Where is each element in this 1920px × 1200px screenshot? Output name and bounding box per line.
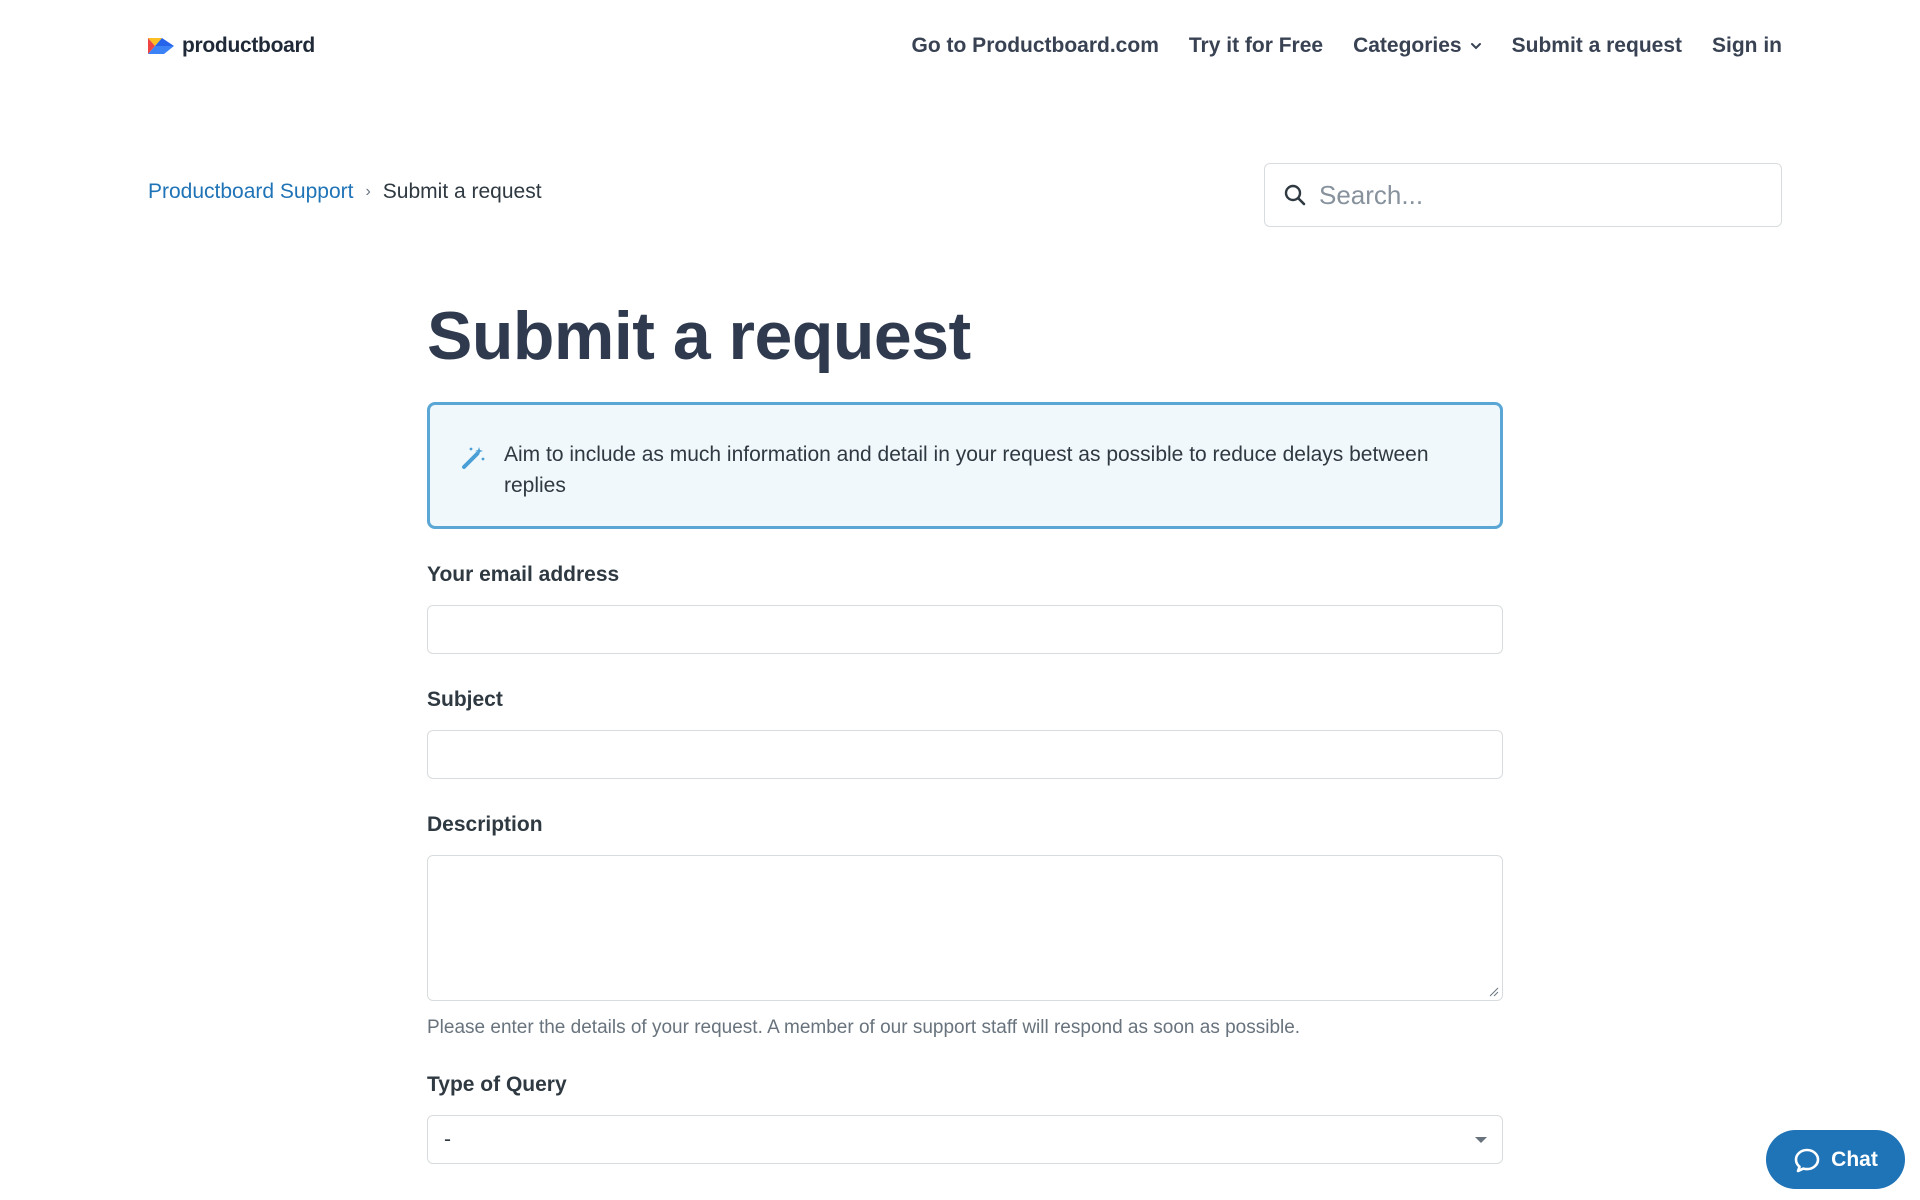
site-header: productboard Go to Productboard.com Try … bbox=[148, 26, 1782, 66]
search-input[interactable] bbox=[1319, 179, 1781, 211]
subject-label: Subject bbox=[427, 688, 503, 711]
breadcrumb: Productboard Support › Submit a request bbox=[148, 180, 542, 204]
breadcrumb-home-link[interactable]: Productboard Support bbox=[148, 180, 353, 204]
logo-link[interactable]: productboard bbox=[148, 34, 315, 58]
query-type-label: Type of Query bbox=[427, 1073, 567, 1096]
request-form-section: Submit a request Aim to include as much … bbox=[427, 296, 1503, 1164]
info-notice: Aim to include as much information and d… bbox=[427, 402, 1503, 529]
nav-try-free[interactable]: Try it for Free bbox=[1189, 34, 1323, 58]
magic-wand-icon bbox=[462, 447, 485, 469]
email-field-group: Your email address bbox=[427, 563, 1503, 654]
description-label: Description bbox=[427, 813, 543, 836]
chat-button[interactable]: Chat bbox=[1766, 1130, 1905, 1189]
nav-submit-request[interactable]: Submit a request bbox=[1512, 34, 1682, 58]
email-field[interactable] bbox=[427, 605, 1503, 654]
nav-sign-in[interactable]: Sign in bbox=[1712, 34, 1782, 58]
productboard-logo-icon bbox=[148, 38, 174, 54]
breadcrumb-separator: › bbox=[365, 183, 371, 200]
description-textarea[interactable] bbox=[427, 855, 1503, 1001]
nav-categories-label: Categories bbox=[1353, 34, 1462, 57]
query-type-selected-value: - bbox=[444, 1127, 451, 1151]
dropdown-caret-icon bbox=[1475, 1136, 1487, 1143]
top-nav: Go to Productboard.com Try it for Free C… bbox=[912, 34, 1782, 58]
email-label: Your email address bbox=[427, 563, 620, 586]
chevron-down-icon bbox=[1470, 43, 1481, 50]
query-type-select[interactable]: - bbox=[427, 1115, 1503, 1164]
nav-categories[interactable]: Categories bbox=[1353, 34, 1482, 58]
subject-field[interactable] bbox=[427, 730, 1503, 779]
nav-go-to-productboard[interactable]: Go to Productboard.com bbox=[912, 34, 1159, 58]
description-field-group: Description Please enter the details of … bbox=[427, 813, 1503, 1039]
logo-text: productboard bbox=[182, 34, 315, 57]
query-type-field-group: Type of Query - bbox=[427, 1073, 1503, 1164]
chat-bubble-icon bbox=[1794, 1148, 1820, 1172]
chat-label: Chat bbox=[1831, 1147, 1878, 1171]
description-hint: Please enter the details of your request… bbox=[427, 1017, 1301, 1038]
notice-text: Aim to include as much information and d… bbox=[504, 443, 1429, 497]
resize-handle-icon[interactable] bbox=[1487, 985, 1499, 997]
search-box bbox=[1264, 163, 1782, 227]
breadcrumb-current: Submit a request bbox=[382, 180, 542, 203]
subject-field-group: Subject bbox=[427, 688, 1503, 779]
search-icon bbox=[1284, 184, 1306, 206]
page: productboard Go to Productboard.com Try … bbox=[0, 0, 1920, 1200]
page-title: Submit a request bbox=[427, 298, 971, 374]
